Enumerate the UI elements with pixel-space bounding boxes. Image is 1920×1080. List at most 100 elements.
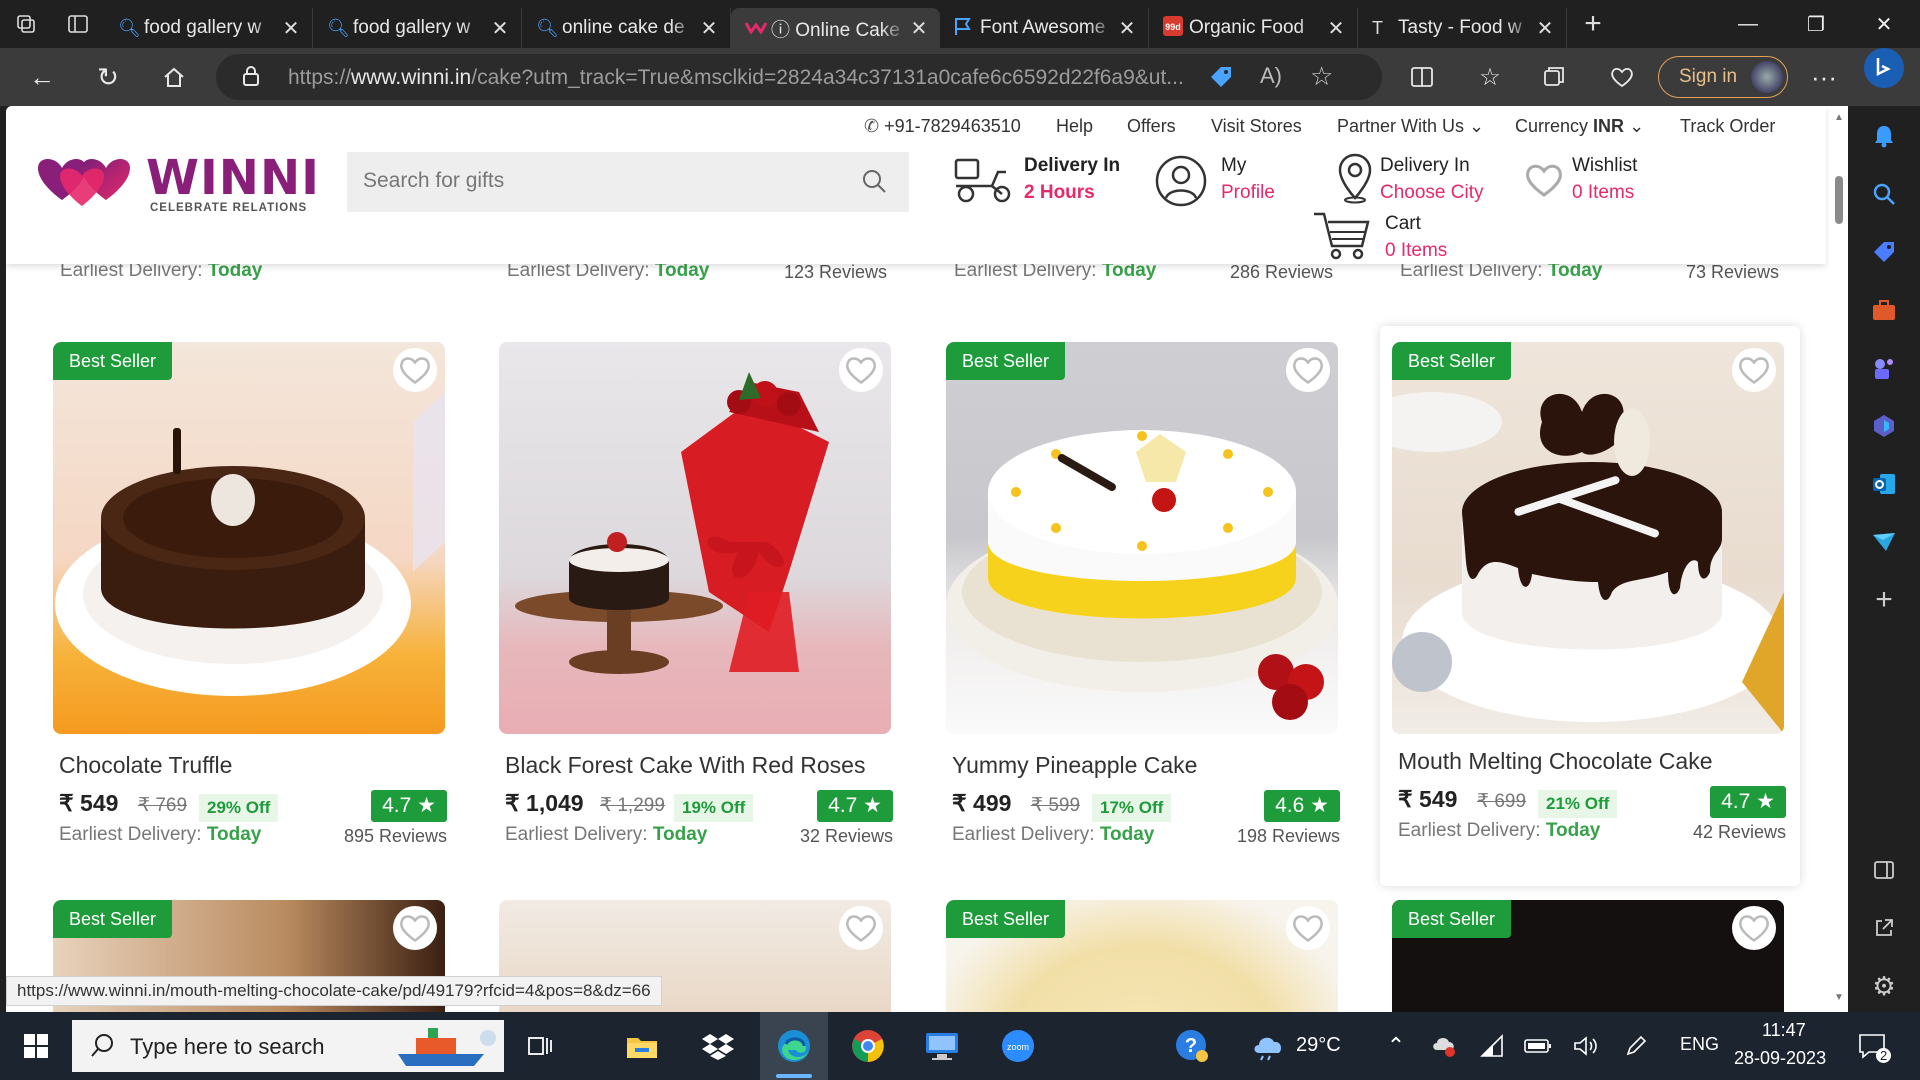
wishlist-heart-icon[interactable] [1732,348,1776,392]
browser-essentials-icon[interactable] [1600,56,1644,98]
hide-sidebar-icon[interactable] [1866,852,1902,888]
read-aloud-icon[interactable]: A) [1260,63,1282,89]
close-tab-icon[interactable]: ✕ [1116,16,1138,41]
wishlist-heart-icon[interactable] [839,906,883,950]
my-profile-link[interactable]: My Profile [1221,152,1275,206]
close-tab-icon[interactable]: ✕ [489,16,511,41]
minimize-icon[interactable]: — [1714,0,1782,48]
vpn-status-icon[interactable] [1424,1026,1464,1066]
product-name[interactable]: Yummy Pineapple Cake [952,752,1197,779]
address-bar[interactable]: https://www.winni.in/cake?utm_track=True… [216,54,1382,100]
product-card[interactable]: Best Seller [1380,888,1800,1012]
product-card-hovered[interactable]: Best Seller Mouth Melting Chocolate Cake… [1380,326,1800,886]
phone-link[interactable]: ✆ +91-7829463510 [864,116,1021,137]
browser-tab[interactable]: 🔍︎ online cake de ✕ [522,8,731,48]
clock-date[interactable]: 28-09-2023 [1734,1048,1826,1069]
wishlist-heart-icon[interactable] [1732,906,1776,950]
close-tab-icon[interactable]: ✕ [280,16,302,41]
browser-tab-active[interactable]: ⓘ Online Cake ✕ [731,8,940,48]
product-image[interactable] [499,342,891,734]
pen-menu-icon[interactable] [1616,1026,1656,1066]
help-tips-icon[interactable]: ? [1172,1026,1212,1066]
add-sidebar-app-icon[interactable]: + [1866,582,1902,618]
close-window-icon[interactable]: ✕ [1850,0,1918,48]
offers-link[interactable]: Offers [1127,116,1176,137]
wishlist-heart-icon[interactable] [839,348,883,392]
track-order-link[interactable]: Track Order [1680,116,1775,137]
more-menu-icon[interactable]: ··· [1802,56,1846,98]
drop-icon[interactable] [1866,524,1902,560]
edge-taskbar-active[interactable] [760,1012,828,1080]
product-name[interactable]: Mouth Melting Chocolate Cake [1398,748,1713,775]
product-image[interactable]: Best Seller [1392,900,1784,1012]
new-tab-icon[interactable]: + [1567,0,1619,48]
browser-tab[interactable]: 99d Organic Food ✕ [1149,8,1358,48]
clock-time[interactable]: 11:47 [1762,1020,1806,1041]
split-screen-icon[interactable] [1400,56,1444,98]
favorite-star-icon[interactable]: ☆ [1310,61,1333,92]
product-image[interactable]: Best Seller [946,342,1338,734]
browser-tab[interactable]: Font Awesome ✕ [940,8,1149,48]
notification-bell-icon[interactable] [1866,118,1902,154]
taskbar-search-box[interactable]: Type here to search [72,1020,504,1072]
wishlist-heart-icon[interactable] [393,906,437,950]
cart-link[interactable]: Cart 0 Items [1385,210,1447,264]
close-tab-icon[interactable]: ✕ [698,16,720,41]
chrome-icon[interactable] [848,1026,888,1066]
tools-briefcase-icon[interactable] [1866,292,1902,328]
favorites-icon[interactable]: ☆ [1468,56,1512,98]
scroll-down-icon[interactable]: ▼ [1834,992,1844,1003]
delivery-in-2-hours[interactable]: Delivery In 2 Hours [1024,152,1120,206]
file-explorer-icon[interactable] [622,1026,662,1066]
close-tab-icon[interactable]: ✕ [908,16,930,41]
product-card[interactable]: Best Seller Chocolate Truffle ₹ 549 ₹ 76… [41,330,461,890]
weather-temperature[interactable]: 29°C [1296,1034,1341,1057]
wishlist-heart-icon[interactable] [393,348,437,392]
browser-tab[interactable]: 🔍︎ food gallery w ✕ [313,8,522,48]
network-icon[interactable] [1472,1026,1512,1066]
browser-tab[interactable]: T Tasty - Food w ✕ [1358,8,1567,48]
page-scrollbar[interactable]: ▲ ▼ [1830,106,1848,1012]
weather-cloud-icon[interactable] [1248,1026,1288,1066]
product-name[interactable]: Chocolate Truffle [59,752,232,779]
product-card[interactable]: Best Seller Yummy Pineapple Cake ₹ 499 ₹… [934,330,1354,890]
refresh-icon[interactable]: ↻ [86,56,130,98]
task-view-icon[interactable] [520,1026,560,1066]
show-hidden-icons-chevron-icon[interactable]: ⌃ [1376,1026,1416,1066]
product-image[interactable]: Best Seller [1392,342,1784,734]
search-input[interactable] [363,166,843,196]
scroll-up-icon[interactable]: ▲ [1834,112,1844,123]
workspaces-icon[interactable] [0,0,52,48]
collections-icon[interactable] [1532,56,1576,98]
zoom-icon[interactable]: zoom [998,1026,1038,1066]
input-language[interactable]: ENG [1680,1034,1719,1055]
remote-desktop-icon[interactable] [922,1026,962,1066]
settings-gear-icon[interactable]: ⚙ [1866,968,1902,1004]
product-name[interactable]: Black Forest Cake With Red Roses [505,752,865,779]
coupon-tag-icon[interactable] [1208,64,1234,95]
product-card[interactable]: Black Forest Cake With Red Roses ₹ 1,049… [487,330,907,890]
home-icon[interactable] [152,56,196,98]
product-image[interactable]: Best Seller [946,900,1338,1012]
microsoft-365-icon[interactable] [1866,408,1902,444]
visit-stores-link[interactable]: Visit Stores [1211,116,1302,137]
wishlist-link[interactable]: Wishlist 0 Items [1572,152,1637,206]
product-card[interactable]: Best Seller [934,888,1354,1012]
shopping-tag-icon[interactable] [1866,234,1902,270]
winni-logo[interactable]: WINNI CELEBRATE RELATIONS [34,148,324,218]
close-tab-icon[interactable]: ✕ [1325,16,1347,41]
wishlist-heart-icon[interactable] [1286,906,1330,950]
wishlist-heart-icon[interactable] [1286,348,1330,392]
outlook-icon[interactable] [1866,466,1902,502]
search-icon[interactable] [861,168,887,199]
tab-actions-icon[interactable] [52,0,104,48]
product-image[interactable]: Best Seller [53,342,445,734]
help-link[interactable]: Help [1056,116,1093,137]
browser-tab[interactable]: 🔍︎ food gallery w ✕ [104,8,313,48]
currency-dropdown[interactable]: Currency INR ⌄ [1515,116,1644,137]
external-link-icon[interactable] [1866,910,1902,946]
volume-icon[interactable] [1566,1026,1606,1066]
bing-copilot-icon[interactable] [1864,48,1904,88]
close-tab-icon[interactable]: ✕ [1534,16,1556,41]
games-icon[interactable] [1866,350,1902,386]
